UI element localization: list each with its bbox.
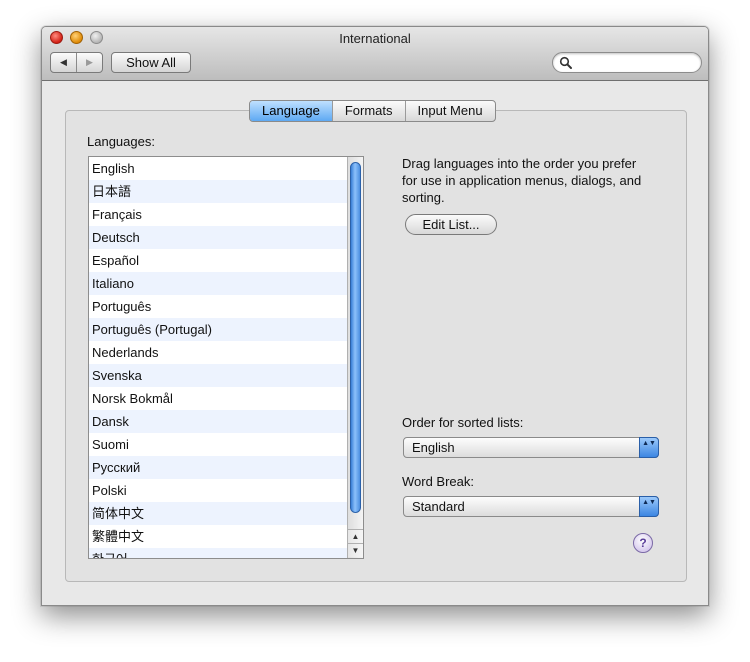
search-field[interactable] [552, 52, 702, 73]
language-item[interactable]: Italiano [89, 272, 348, 295]
show-all-button[interactable]: Show All [111, 52, 191, 73]
forward-button[interactable]: ▶ [77, 53, 102, 72]
word-break-select[interactable]: Standard ▲▼ [403, 496, 659, 517]
language-item[interactable]: English [89, 157, 348, 180]
search-icon [559, 56, 572, 69]
language-item[interactable]: Dansk [89, 410, 348, 433]
tab-formats[interactable]: Formats [333, 101, 406, 121]
sorted-lists-select[interactable]: English ▲▼ [403, 437, 659, 458]
languages-scrollbar[interactable]: ▲ ▼ [347, 157, 363, 558]
sorted-lists-label: Order for sorted lists: [402, 415, 524, 430]
tab-language[interactable]: Language [250, 101, 333, 121]
language-item[interactable]: Norsk Bokmål [89, 387, 348, 410]
language-item[interactable]: Français [89, 203, 348, 226]
language-item[interactable]: 简体中文 [89, 502, 348, 525]
language-item[interactable]: 한국어 [89, 548, 348, 558]
popup-arrows-icon: ▲▼ [639, 437, 659, 458]
language-item[interactable]: Svenska [89, 364, 348, 387]
instructions-text: Drag languages into the order you prefer… [402, 156, 642, 205]
tab-bar: Language Formats Input Menu [249, 100, 496, 122]
tab-input-menu[interactable]: Input Menu [406, 101, 495, 121]
popup-arrows-icon: ▲▼ [639, 496, 659, 517]
language-item[interactable]: Nederlands [89, 341, 348, 364]
scroll-down-arrow-icon[interactable]: ▼ [348, 543, 363, 557]
preferences-window: International ◀ ▶ Show All Language Form… [41, 26, 709, 606]
sorted-lists-value: English [412, 440, 455, 455]
forward-arrow-icon: ▶ [86, 57, 93, 67]
word-break-label: Word Break: [402, 474, 475, 489]
language-item[interactable]: Español [89, 249, 348, 272]
languages-label: Languages: [87, 134, 155, 149]
languages-list[interactable]: English 日本語 Français Deutsch Español Italiano… [88, 156, 364, 559]
help-button[interactable]: ? [633, 533, 653, 553]
language-item[interactable]: 日本語 [89, 180, 348, 203]
window-title: International [339, 31, 411, 46]
language-item[interactable]: Deutsch [89, 226, 348, 249]
back-arrow-icon: ◀ [60, 57, 67, 67]
language-item[interactable]: Русский [89, 456, 348, 479]
language-item[interactable]: Português [89, 295, 348, 318]
scroll-up-arrow-icon[interactable]: ▲ [348, 529, 363, 543]
language-item[interactable]: Suomi [89, 433, 348, 456]
search-input[interactable] [575, 55, 695, 71]
back-button[interactable]: ◀ [51, 53, 77, 72]
word-break-value: Standard [412, 499, 465, 514]
language-item[interactable]: 繁體中文 [89, 525, 348, 548]
scroll-thumb[interactable] [350, 162, 361, 513]
title-bar: International ◀ ▶ Show All [42, 27, 708, 81]
languages-rows: English 日本語 Français Deutsch Español Italiano… [89, 157, 348, 558]
back-forward-control: ◀ ▶ [50, 52, 103, 73]
edit-list-button[interactable]: Edit List... [405, 214, 497, 235]
language-item[interactable]: Português (Portugal) [89, 318, 348, 341]
language-item[interactable]: Polski [89, 479, 348, 502]
